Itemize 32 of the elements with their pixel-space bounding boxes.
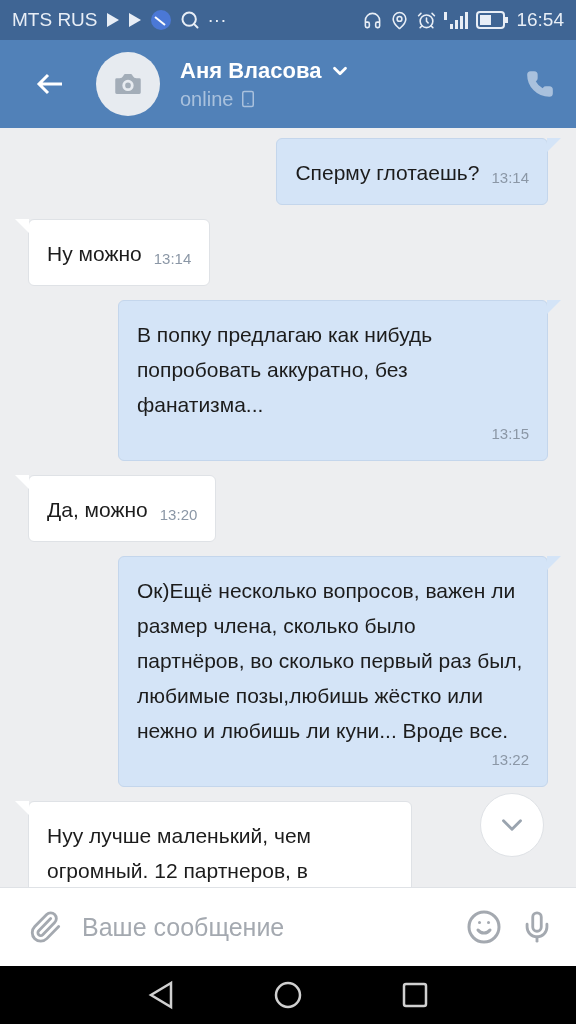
nav-home-icon[interactable]: [274, 981, 302, 1009]
message-text: Сперму глотаешь?: [295, 160, 480, 186]
online-status: online: [180, 87, 234, 111]
play-icon: [127, 12, 142, 28]
message-text: Нуу лучше маленький, чем огромный. 12 партнеров, в: [47, 823, 313, 884]
emoji-button[interactable]: [466, 909, 502, 945]
play-icon: [105, 12, 120, 28]
message-time: 13:14: [491, 168, 529, 188]
message-time: 13:22: [491, 750, 529, 770]
headphones-icon: [363, 10, 383, 30]
alarm-icon: [417, 10, 437, 30]
app-notification-icon: [149, 9, 172, 31]
more-notifications-icon: ···: [207, 9, 227, 31]
contact-name[interactable]: Аня Власова: [180, 57, 352, 84]
message-time: 13:14: [153, 249, 192, 269]
carrier-name: MTS RUS: [12, 9, 98, 31]
message-time: 13:15: [491, 424, 529, 444]
message-text: В попку предлагаю как нибудь попробовать аккуратно, без фанатизма...: [137, 322, 434, 418]
message-text: Ну можно: [47, 241, 142, 267]
message-text: Да, можно: [47, 497, 148, 523]
battery-icon: [476, 11, 509, 29]
call-button[interactable]: [526, 70, 554, 98]
message-text: Ок)Ещё несколько вопросов, важен ли размер члена, сколько было партнёров, во сколько первый раз был, любимые позы,любишь жёстко или нежно и любишь ли куни... Вроде все.: [137, 578, 524, 744]
signal-icon: [444, 10, 469, 30]
back-arrow-icon: [36, 72, 64, 96]
search-icon: [179, 10, 200, 30]
attach-button[interactable]: [28, 910, 62, 944]
clock-time: 16:54: [516, 9, 564, 31]
message-time: 13:20: [159, 505, 198, 525]
nav-recents-icon[interactable]: [402, 982, 428, 1008]
location-icon: [390, 10, 410, 30]
nav-back-icon[interactable]: [148, 980, 174, 1010]
